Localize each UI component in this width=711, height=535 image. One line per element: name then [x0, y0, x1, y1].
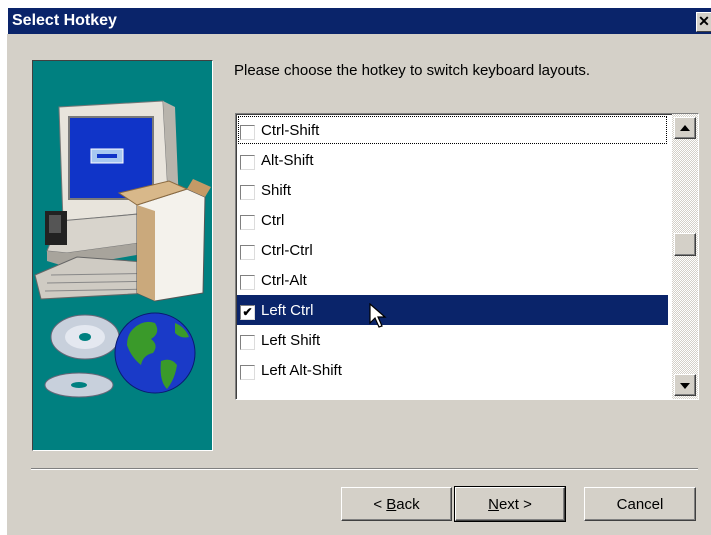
hotkey-option-left-alt-shift[interactable]: Left Alt-Shift [237, 355, 668, 385]
hotkey-label: Left Alt-Shift [261, 361, 342, 379]
wizard-illustration [32, 60, 213, 451]
hotkey-label: Shift [261, 181, 292, 199]
instruction-text: Please choose the hotkey to switch keybo… [234, 62, 591, 79]
hotkey-label: Ctrl [261, 211, 285, 229]
hotkey-label: Alt-Shift [261, 151, 314, 169]
hotkey-option-left-ctrl[interactable]: ✔ Left Ctrl [237, 295, 668, 325]
next-button[interactable]: Next > [454, 486, 566, 522]
scroll-up-arrow-icon [680, 125, 690, 131]
back-button[interactable]: < Back [341, 487, 452, 521]
hotkey-checkbox[interactable] [240, 245, 255, 260]
hotkey-option-alt-shift[interactable]: Alt-Shift [237, 145, 668, 175]
hotkey-checkbox[interactable] [240, 275, 255, 290]
hotkey-label: Left Shift [261, 331, 321, 349]
back-button-rest: ack [396, 495, 420, 513]
hotkey-checkbox[interactable] [240, 215, 255, 230]
hotkey-checkbox[interactable] [240, 125, 255, 140]
scroll-down-button[interactable] [674, 374, 696, 396]
title-bar: Select Hotkey ✕ [0, 0, 711, 34]
cancel-button[interactable]: Cancel [584, 487, 696, 521]
back-button-prefix: < [373, 495, 387, 513]
scroll-thumb[interactable] [674, 233, 696, 256]
hotkey-checkbox[interactable] [240, 155, 255, 170]
back-button-mnemonic: B [386, 495, 397, 513]
arrow-cursor-icon [369, 303, 387, 328]
hotkey-option-ctrl-ctrl[interactable]: Ctrl-Ctrl [237, 235, 668, 265]
hotkey-label: Left Ctrl [261, 301, 314, 319]
hotkey-checkbox[interactable] [240, 365, 255, 380]
scroll-down-arrow-icon [680, 383, 690, 389]
scroll-up-button[interactable] [674, 117, 696, 139]
close-button[interactable]: ✕ [696, 12, 711, 32]
hotkey-option-ctrl-shift[interactable]: Ctrl-Shift [237, 115, 668, 145]
close-icon: ✕ [698, 13, 710, 29]
title-bar-fill: Select Hotkey [8, 8, 711, 34]
next-button-mnemonic: N [488, 495, 499, 513]
hotkey-option-shift[interactable]: Shift [237, 175, 668, 205]
computer-globe-illustration [34, 100, 211, 398]
hotkey-option-ctrl[interactable]: Ctrl [237, 205, 668, 235]
hotkey-label: Ctrl-Ctrl [261, 241, 313, 259]
hotkey-checkbox[interactable] [240, 185, 255, 200]
vertical-scrollbar[interactable] [672, 114, 698, 399]
hotkey-option-left-shift[interactable]: Left Shift [237, 325, 668, 355]
hotkey-checkbox[interactable]: ✔ [240, 305, 255, 320]
hotkey-checkbox[interactable] [240, 335, 255, 350]
hotkey-option-ctrl-alt[interactable]: Ctrl-Alt [237, 265, 668, 295]
hotkey-list-rows: Ctrl-Shift Alt-Shift Shift Ctrl Ctrl-Ctrl Ctr… [237, 115, 668, 385]
window-title: Select Hotkey [12, 12, 117, 29]
next-button-rest: ext > [498, 495, 532, 513]
footer-separator [31, 468, 698, 470]
hotkey-label: Ctrl-Shift [261, 121, 320, 139]
hotkey-label: Ctrl-Alt [261, 271, 307, 289]
hotkey-list[interactable]: Ctrl-Shift Alt-Shift Shift Ctrl Ctrl-Ctrl Ctr… [235, 113, 699, 400]
window-left-border [0, 34, 8, 535]
